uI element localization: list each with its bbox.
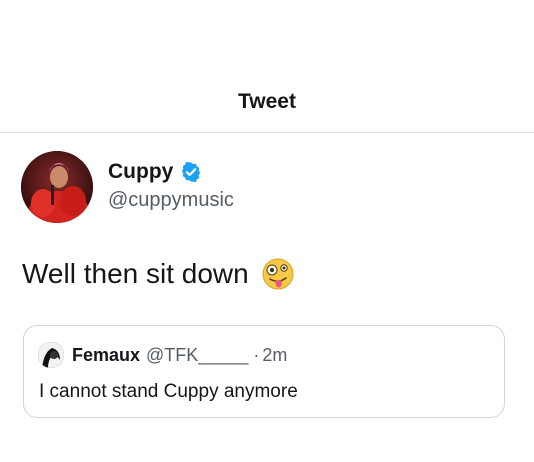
page-title: Tweet: [238, 90, 296, 113]
header-bar: Tweet: [0, 0, 534, 133]
author-display-name[interactable]: Cuppy: [108, 160, 173, 184]
quoted-author-avatar-image: [38, 342, 64, 368]
tweet-text: Well then sit down: [22, 258, 249, 289]
quoted-tweet-header: Femaux @TFK_____ · 2m: [72, 345, 287, 366]
quoted-tweet-card[interactable]: Femaux @TFK_____ · 2m I cannot stand Cuppy …: [23, 325, 505, 418]
quoted-tweet-time: 2m: [262, 345, 288, 365]
quoted-separator: ·: [253, 345, 260, 365]
quoted-author-handle: @TFK_____: [146, 345, 249, 365]
tweet-body: Well then sit down: [22, 257, 295, 291]
author-avatar[interactable]: [21, 151, 93, 223]
verified-badge-icon: [180, 161, 202, 183]
quoted-author-name: Femaux: [72, 345, 141, 365]
author-handle[interactable]: @cuppymusic: [108, 189, 234, 212]
author-name-row: Cuppy: [108, 160, 202, 184]
quoted-tweet-text: I cannot stand Cuppy anymore: [39, 381, 298, 402]
quoted-author-avatar: [38, 342, 64, 368]
zany-face-icon: [261, 257, 295, 291]
author-avatar-image: [21, 151, 93, 223]
